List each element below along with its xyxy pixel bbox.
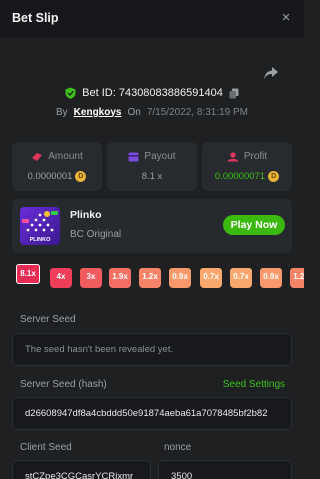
server-seed-hash-label: Server Seed (hash)	[20, 379, 107, 390]
bet-byline: By Kengkoys On 7/15/2022, 8:31:19 PM	[0, 105, 304, 119]
amount-value: 0.0000001	[27, 171, 73, 182]
payout-value: 8.1 x	[141, 171, 163, 182]
profit-label: Profit	[243, 151, 268, 162]
nonce-label: nonce	[164, 442, 192, 453]
multiplier-chip: 1.2x	[290, 268, 304, 288]
profit-value: 0.00000071	[214, 171, 266, 182]
server-seed-hash-field[interactable]: d26608947df8a4cbddd50e91874aeba61a707848…	[12, 397, 292, 430]
copy-icon[interactable]	[229, 88, 239, 99]
game-name: Plinko	[70, 209, 102, 221]
coin-icon: D	[268, 171, 280, 182]
on-prefix: On	[127, 106, 141, 118]
seed-settings-link[interactable]: Seed Settings	[223, 379, 285, 390]
page-title: Bet Slip	[12, 11, 59, 25]
multiplier-chip: 1.2x	[139, 268, 161, 288]
bet-datetime: 7/15/2022, 8:31:19 PM	[146, 106, 248, 118]
payout-card: Payout 8.1 x	[107, 142, 197, 191]
profit-icon	[227, 151, 239, 161]
client-seed-field[interactable]: stCZpe3CGCasrYCRjxmr	[12, 460, 151, 479]
multiplier-chip: 0.7x	[200, 268, 222, 288]
game-thumbnail[interactable]: PLINKO	[20, 207, 60, 245]
amount-card: Amount 0.0000001 D	[12, 142, 102, 191]
multiplier-chip: 0.7x	[230, 268, 252, 288]
client-seed-label: Client Seed	[20, 442, 72, 453]
game-card: PLINKO Plinko BC Original Play Now	[12, 199, 292, 253]
server-seed-label: Server Seed	[20, 314, 76, 325]
game-provider: BC Original	[70, 229, 122, 240]
multiplier-chip: 3x	[80, 268, 102, 288]
play-now-button[interactable]: Play Now	[223, 215, 285, 235]
thumb-title: PLINKO	[30, 237, 52, 243]
multiplier-chip: 1.9x	[109, 268, 131, 288]
close-icon[interactable]: ×	[278, 10, 294, 26]
payout-label: Payout	[144, 151, 176, 162]
nonce-field[interactable]: 3500	[158, 460, 292, 479]
plinko-logo-icon: PLINKO	[22, 211, 58, 243]
bet-slip-header: Bet Slip ×	[0, 0, 304, 38]
by-prefix: By	[56, 106, 68, 118]
profit-card: Profit 0.00000071 D	[202, 142, 292, 191]
multiplier-chip: 0.9x	[169, 268, 191, 288]
shield-check-icon	[65, 87, 76, 99]
payout-icon	[128, 152, 139, 161]
amount-label: Amount	[48, 151, 83, 162]
share-icon[interactable]	[263, 66, 279, 80]
server-seed-field[interactable]: The seed hasn't been revealed yet.	[12, 333, 292, 366]
bet-id-label: Bet ID: 74308083886591404	[82, 87, 223, 99]
multiplier-chip: 0.9x	[260, 268, 282, 288]
bet-id-row: Bet ID: 74308083886591404	[0, 84, 304, 102]
coin-icon: D	[75, 171, 87, 182]
username-link[interactable]: Kengkoys	[74, 107, 122, 118]
multiplier-chip: 4x	[50, 268, 72, 288]
amount-icon	[32, 152, 43, 161]
plinko-multiplier-row: 8.1x 4x 3x 1.9x 1.2x 0.9x 0.7x 0.7x 0.9x…	[0, 262, 304, 292]
multiplier-chip: 8.1x	[16, 264, 40, 284]
